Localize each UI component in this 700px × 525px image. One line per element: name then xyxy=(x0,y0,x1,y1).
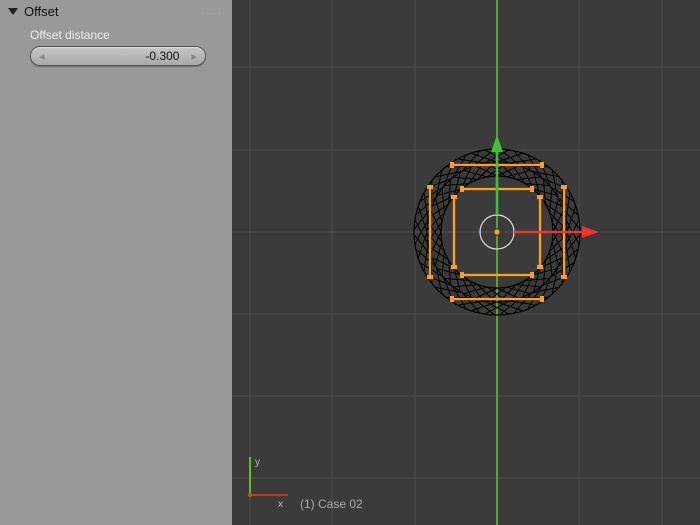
panel-title: Offset xyxy=(24,4,201,19)
panel-drag-handle-icon[interactable]: :::: xyxy=(201,6,224,17)
axis-x-label: x xyxy=(278,499,283,510)
slider-increment-icon[interactable]: ▸ xyxy=(191,50,197,63)
collapse-triangle-icon xyxy=(8,8,18,15)
scene-name-label: (1) Case 02 xyxy=(300,497,363,511)
grid xyxy=(232,0,700,525)
object-origin-icon[interactable] xyxy=(494,229,500,235)
panel-header-offset[interactable]: Offset :::: xyxy=(0,0,232,22)
axis-indicator: y x xyxy=(248,457,288,510)
panel-body: Offset distance ◂ -0.300 ▸ xyxy=(0,22,232,66)
viewport-canvas[interactable]: y x xyxy=(232,0,700,525)
manipulator-y-arrow-icon[interactable] xyxy=(491,135,503,152)
viewport[interactable]: y x (1) Case 02 xyxy=(232,0,700,525)
offset-distance-value: -0.300 xyxy=(45,49,192,63)
offset-distance-label: Offset distance xyxy=(30,28,214,42)
transform-manipulator[interactable] xyxy=(480,135,599,249)
tool-panel: Offset :::: Offset distance ◂ -0.300 ▸ xyxy=(0,0,232,525)
manipulator-x-arrow-icon[interactable] xyxy=(582,226,599,238)
offset-distance-slider[interactable]: ◂ -0.300 ▸ xyxy=(30,46,206,66)
axis-y-label: y xyxy=(255,457,260,468)
